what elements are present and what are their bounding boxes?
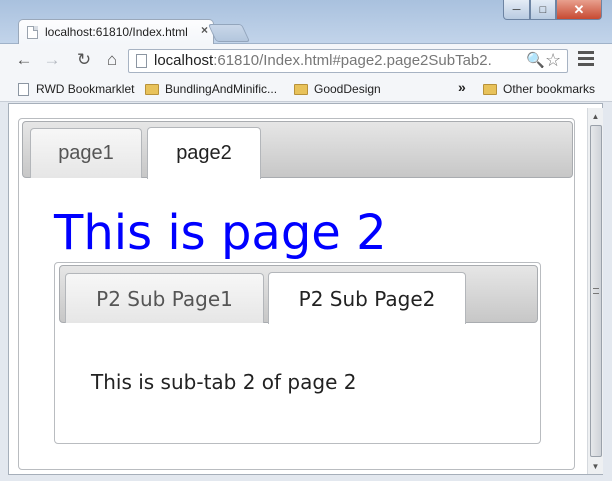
menu-icon[interactable] [578, 51, 594, 69]
home-icon[interactable]: ⌂ [100, 49, 124, 71]
forward-icon[interactable]: → [40, 49, 64, 71]
tab-close-icon[interactable]: × [201, 23, 208, 37]
bookmark-gooddesign[interactable]: GoodDesign [294, 82, 381, 96]
minimize-button[interactable]: ─ [503, 0, 530, 20]
sub-tab-content: This is sub-tab 2 of page 2 [91, 370, 357, 394]
folder-icon [294, 83, 308, 95]
close-window-button[interactable]: ✕ [556, 0, 602, 20]
folder-icon [483, 83, 497, 95]
url-host: localhost [154, 52, 214, 69]
scroll-up-icon[interactable]: ▲ [588, 108, 603, 124]
bookmark-label: GoodDesign [314, 82, 381, 96]
bookmark-label: BundlingAndMinific... [165, 82, 278, 96]
other-bookmarks[interactable]: Other bookmarks [483, 82, 595, 96]
address-bar[interactable]: localhost:61810/Index.html#page2.page2Su… [128, 49, 568, 73]
maximize-button[interactable]: □ [530, 0, 556, 20]
browser-tab[interactable]: localhost:61810/Index.html × [18, 19, 214, 45]
grip-icon [593, 288, 599, 294]
bookmark-rwd[interactable]: RWD Bookmarklet [18, 82, 134, 96]
page-icon [136, 54, 147, 68]
zoom-icon[interactable]: 🔍 [526, 51, 545, 69]
reload-icon[interactable]: ↻ [72, 49, 96, 71]
new-tab-button[interactable] [207, 24, 251, 42]
folder-icon [145, 83, 159, 95]
vertical-scrollbar[interactable]: ▲ ▼ [587, 108, 603, 474]
bookmarks-overflow-icon[interactable]: » [458, 79, 466, 95]
back-icon[interactable]: ← [12, 49, 36, 71]
tab-p2-sub-page1[interactable]: P2 Sub Page1 [65, 273, 264, 323]
scroll-thumb[interactable] [590, 125, 602, 457]
page-favicon-icon [27, 26, 38, 39]
tab-page1[interactable]: page1 [30, 128, 142, 178]
browser-toolbar: ← → ↻ ⌂ localhost:61810/Index.html#page2… [0, 44, 612, 77]
bookmark-star-icon[interactable]: ☆ [545, 50, 561, 71]
tab-page2[interactable]: page2 [147, 127, 261, 179]
page-heading: This is page 2 [54, 205, 387, 261]
title-bar: localhost:61810/Index.html × ─ □ ✕ [0, 0, 612, 45]
other-bookmarks-label: Other bookmarks [503, 82, 596, 96]
window-controls: ─ □ ✕ [503, 0, 602, 20]
bookmarks-bar: RWD Bookmarklet BundlingAndMinific... Go… [0, 77, 612, 102]
page-icon [18, 82, 29, 96]
scroll-down-icon[interactable]: ▼ [588, 458, 603, 474]
tab-p2-sub-page2[interactable]: P2 Sub Page2 [268, 272, 466, 324]
tab-title: localhost:61810/Index.html [45, 25, 188, 39]
bookmark-label: RWD Bookmarklet [36, 82, 135, 96]
url-path: :61810/Index.html#page2.page2SubTab2. [213, 52, 492, 69]
bookmark-bundling[interactable]: BundlingAndMinific... [145, 82, 277, 96]
url-text[interactable]: localhost:61810/Index.html#page2.page2Su… [154, 52, 524, 69]
